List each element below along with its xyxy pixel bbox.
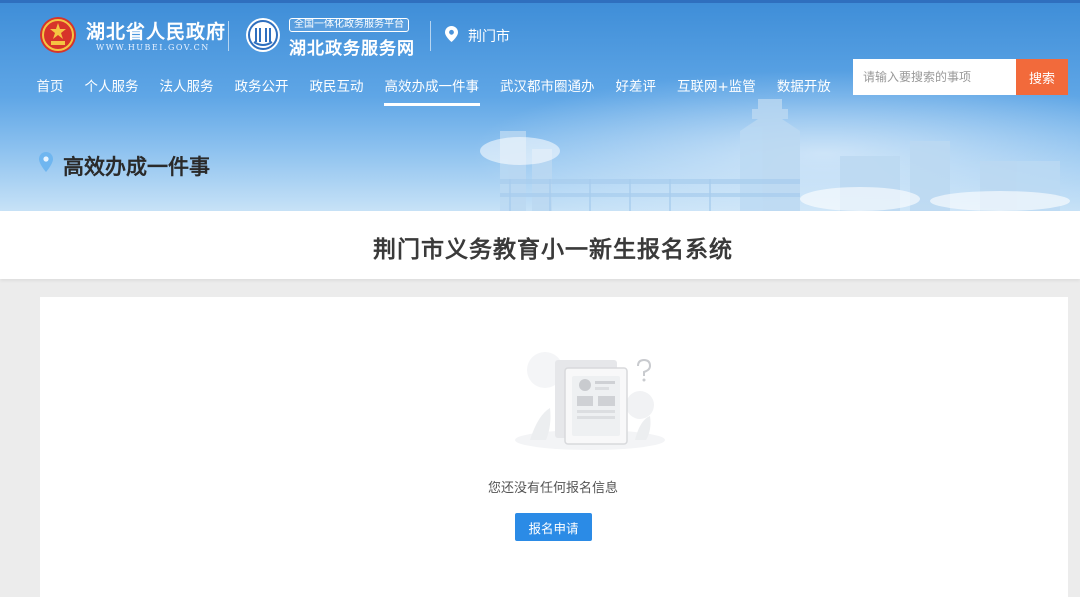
nav-item-home[interactable]: 首页: [26, 78, 74, 106]
platform-logo-icon[interactable]: [244, 16, 282, 54]
nav-item-wuhan-metro[interactable]: 武汉都市圈通办: [490, 78, 606, 106]
platform-name[interactable]: 湖北政务服务网: [289, 34, 415, 59]
nav-item-government-affairs[interactable]: 政务公开: [224, 78, 299, 106]
nav-item-open-data[interactable]: 数据开放: [766, 78, 841, 106]
system-title-bar: 荆门市义务教育小一新生报名系统: [0, 211, 1080, 279]
gov-url: WWW.HUBEI.GOV.CN: [96, 43, 210, 52]
nav-item-efficient-service[interactable]: 高效办成一件事: [374, 78, 490, 106]
map-pin-icon: [39, 152, 53, 172]
header-divider: [430, 21, 431, 51]
header-divider: [228, 21, 229, 51]
nav-item-public-interaction[interactable]: 政民互动: [299, 78, 374, 106]
location-selector[interactable]: 荆门市: [468, 26, 510, 46]
empty-document-icon: [515, 352, 665, 450]
main-nav: 首页 个人服务 法人服务 政务公开 政民互动 高效办成一件事 武汉都市圈通办 好…: [26, 78, 841, 106]
nav-item-personal-services[interactable]: 个人服务: [74, 78, 149, 106]
page-title: 高效办成一件事: [63, 155, 210, 179]
gov-name[interactable]: 湖北省人民政府: [86, 17, 226, 44]
content-card: 您还没有任何报名信息 报名申请: [40, 297, 1068, 597]
nav-item-corporate-services[interactable]: 法人服务: [149, 78, 224, 106]
platform-badge: 全国一体化政务服务平台: [289, 18, 409, 32]
search-button[interactable]: 搜索: [1016, 59, 1068, 95]
apply-registration-button[interactable]: 报名申请: [515, 513, 592, 541]
nav-item-feedback[interactable]: 好差评: [605, 78, 667, 106]
search-input[interactable]: [853, 59, 1017, 95]
location-pin-icon[interactable]: [445, 26, 458, 42]
gov-emblem-icon[interactable]: [38, 15, 78, 55]
site-header: 湖北省人民政府 WWW.HUBEI.GOV.CN 全国一体化政务服务平台 湖北政…: [0, 3, 1080, 211]
empty-state-message: 您还没有任何报名信息: [487, 481, 618, 496]
nav-item-internet-supervision[interactable]: 互联网+监管: [667, 78, 767, 106]
system-title: 荆门市义务教育小一新生报名系统: [373, 237, 733, 263]
